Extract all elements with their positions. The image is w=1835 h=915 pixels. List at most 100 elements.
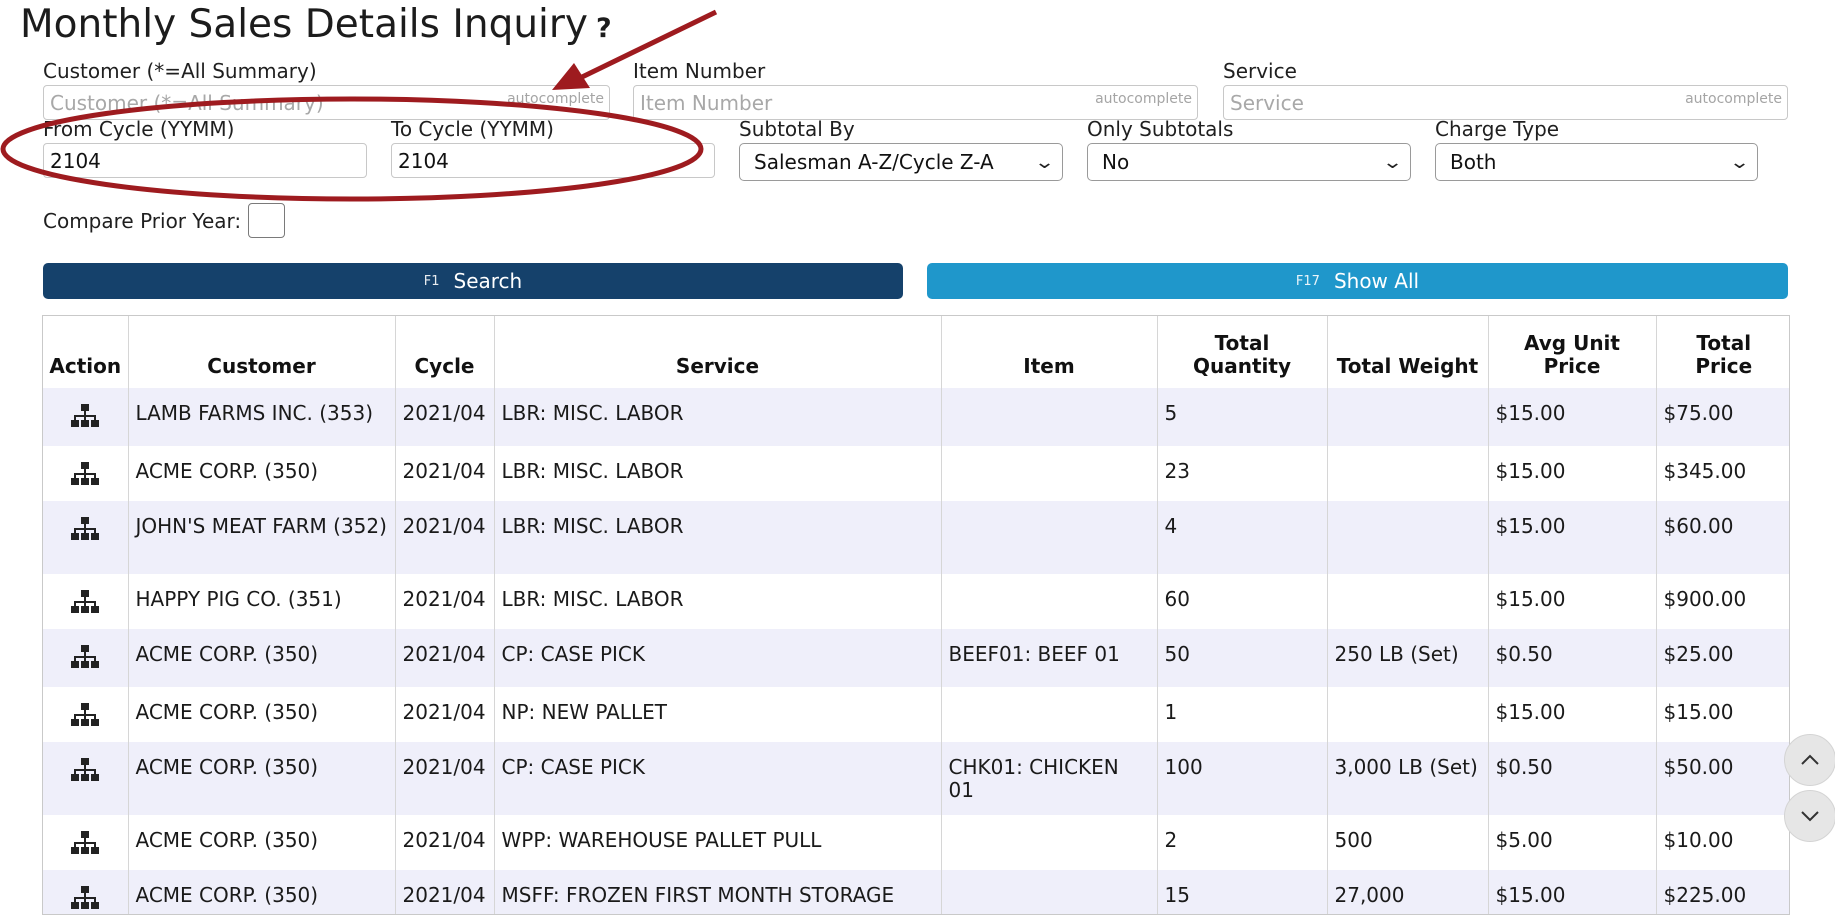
cell-cycle: 2021/04 — [394, 501, 494, 574]
charge-type-select[interactable]: Both ⌄ — [1435, 143, 1758, 181]
customer-input-wrap: autocomplete — [43, 85, 610, 120]
hierarchy-icon[interactable] — [70, 401, 100, 427]
cell-total-price: $60.00 — [1655, 501, 1789, 574]
header-total-price[interactable]: Total Price — [1655, 316, 1789, 388]
cell-total-price: $345.00 — [1655, 446, 1789, 501]
cell-avg-unit-price: $15.00 — [1487, 870, 1656, 914]
header-cycle[interactable]: Cycle — [394, 316, 494, 388]
header-service[interactable]: Service — [493, 316, 941, 388]
compare-prior-year-checkbox[interactable] — [248, 203, 285, 238]
from-cycle-field: From Cycle (YYMM) — [43, 118, 367, 178]
cell-customer: ACME CORP. (350) — [127, 815, 395, 870]
cell-item — [940, 501, 1157, 574]
cell-cycle: 2021/04 — [394, 870, 494, 914]
cell-total-weight — [1326, 574, 1488, 629]
cell-customer: HAPPY PIG CO. (351) — [127, 574, 395, 629]
cell-cycle: 2021/04 — [394, 815, 494, 870]
cell-avg-unit-price: $15.00 — [1487, 687, 1656, 742]
cell-service: CP: CASE PICK — [493, 742, 941, 815]
table-row: ACME CORP. (350) 2021/04 LBR: MISC. LABOR 2… — [43, 446, 1789, 501]
cell-service: LBR: MISC. LABOR — [493, 574, 941, 629]
cell-total-quantity: 23 — [1156, 446, 1327, 501]
service-label: Service — [1223, 59, 1297, 83]
cell-customer: ACME CORP. (350) — [127, 446, 395, 501]
hierarchy-icon[interactable] — [70, 755, 100, 781]
hierarchy-icon[interactable] — [70, 883, 100, 909]
cell-customer: ACME CORP. (350) — [127, 687, 395, 742]
chevron-down-icon: ⌄ — [1728, 151, 1751, 173]
scroll-down-button[interactable] — [1784, 790, 1835, 842]
cell-cycle: 2021/04 — [394, 574, 494, 629]
customer-autocomplete-hint: autocomplete — [507, 91, 604, 107]
customer-field: Customer (*=All Summary) autocomplete — [43, 60, 610, 120]
cell-total-quantity: 4 — [1156, 501, 1327, 574]
only-subtotals-select[interactable]: No ⌄ — [1087, 143, 1411, 181]
action-cell — [43, 574, 128, 629]
only-subtotals-value: No — [1102, 150, 1130, 174]
header-total-weight[interactable]: Total Weight — [1326, 316, 1488, 388]
table-body: LAMB FARMS INC. (353) 2021/04 LBR: MISC. L… — [43, 388, 1789, 914]
cell-total-price: $25.00 — [1655, 629, 1789, 687]
from-cycle-input[interactable] — [43, 143, 367, 178]
action-cell — [43, 501, 128, 574]
page-title: Monthly Sales Details Inquiry? — [20, 2, 612, 47]
cell-item — [940, 446, 1157, 501]
cell-total-quantity: 1 — [1156, 687, 1327, 742]
cell-avg-unit-price: $15.00 — [1487, 501, 1656, 574]
header-customer[interactable]: Customer — [127, 316, 395, 388]
chevron-down-icon — [1801, 811, 1819, 822]
header-avg-unit-price[interactable]: Avg Unit Price — [1487, 316, 1656, 388]
cell-total-quantity: 2 — [1156, 815, 1327, 870]
cell-customer: ACME CORP. (350) — [127, 629, 395, 687]
hierarchy-icon[interactable] — [70, 587, 100, 613]
hierarchy-icon[interactable] — [70, 700, 100, 726]
cell-avg-unit-price: $15.00 — [1487, 574, 1656, 629]
table-row: JOHN'S MEAT FARM (352) 2021/04 LBR: MISC. … — [43, 501, 1789, 574]
to-cycle-input[interactable] — [391, 143, 715, 178]
subtotal-by-value: Salesman A-Z/Cycle Z-A — [754, 150, 994, 174]
service-autocomplete-hint: autocomplete — [1685, 91, 1782, 107]
cell-total-quantity: 5 — [1156, 388, 1327, 446]
subtotal-by-label: Subtotal By — [739, 117, 855, 141]
cell-total-quantity: 100 — [1156, 742, 1327, 815]
only-subtotals-label: Only Subtotals — [1087, 117, 1234, 141]
table-row: ACME CORP. (350) 2021/04 WPP: WAREHOUSE PA… — [43, 815, 1789, 870]
cell-customer: ACME CORP. (350) — [127, 870, 395, 914]
cell-service: WPP: WAREHOUSE PALLET PULL — [493, 815, 941, 870]
search-button[interactable]: F1 Search — [43, 263, 903, 299]
service-input-wrap: autocomplete — [1223, 85, 1788, 120]
results-table-wrap: Action Customer Cycle Service Item Total… — [42, 315, 1790, 915]
cell-customer: ACME CORP. (350) — [127, 742, 395, 815]
charge-type-value: Both — [1450, 150, 1497, 174]
item-number-label: Item Number — [633, 59, 766, 83]
cell-total-quantity: 15 — [1156, 870, 1327, 914]
to-cycle-label: To Cycle (YYMM) — [391, 117, 554, 141]
cell-item: BEEF01: BEEF 01 — [940, 629, 1157, 687]
cell-total-weight: 27,000 — [1326, 870, 1488, 914]
search-button-label: Search — [453, 269, 523, 293]
cell-service: LBR: MISC. LABOR — [493, 501, 941, 574]
page-title-text: Monthly Sales Details Inquiry — [20, 2, 588, 47]
cell-cycle: 2021/04 — [394, 388, 494, 446]
hierarchy-icon[interactable] — [70, 828, 100, 854]
hierarchy-icon[interactable] — [70, 642, 100, 668]
cell-customer: LAMB FARMS INC. (353) — [127, 388, 395, 446]
table-row: ACME CORP. (350) 2021/04 CP: CASE PICK CHK0… — [43, 742, 1789, 815]
cell-item — [940, 388, 1157, 446]
scroll-up-button[interactable] — [1784, 734, 1835, 786]
subtotal-by-field: Subtotal By Salesman A-Z/Cycle Z-A ⌄ — [739, 118, 1063, 181]
subtotal-by-select[interactable]: Salesman A-Z/Cycle Z-A ⌄ — [739, 143, 1063, 181]
cell-item: CHK01: CHICKEN 01 — [940, 742, 1157, 815]
show-all-button[interactable]: F17 Show All — [927, 263, 1788, 299]
hierarchy-icon[interactable] — [70, 514, 100, 540]
cell-item — [940, 815, 1157, 870]
header-item[interactable]: Item — [940, 316, 1157, 388]
header-total-quantity[interactable]: Total Quantity — [1156, 316, 1327, 388]
header-action: Action — [49, 354, 122, 378]
hierarchy-icon[interactable] — [70, 459, 100, 485]
cell-cycle: 2021/04 — [394, 742, 494, 815]
show-all-button-label: Show All — [1333, 269, 1420, 293]
help-icon[interactable]: ? — [596, 13, 612, 44]
cell-total-price: $900.00 — [1655, 574, 1789, 629]
cell-avg-unit-price: $0.50 — [1487, 742, 1656, 815]
